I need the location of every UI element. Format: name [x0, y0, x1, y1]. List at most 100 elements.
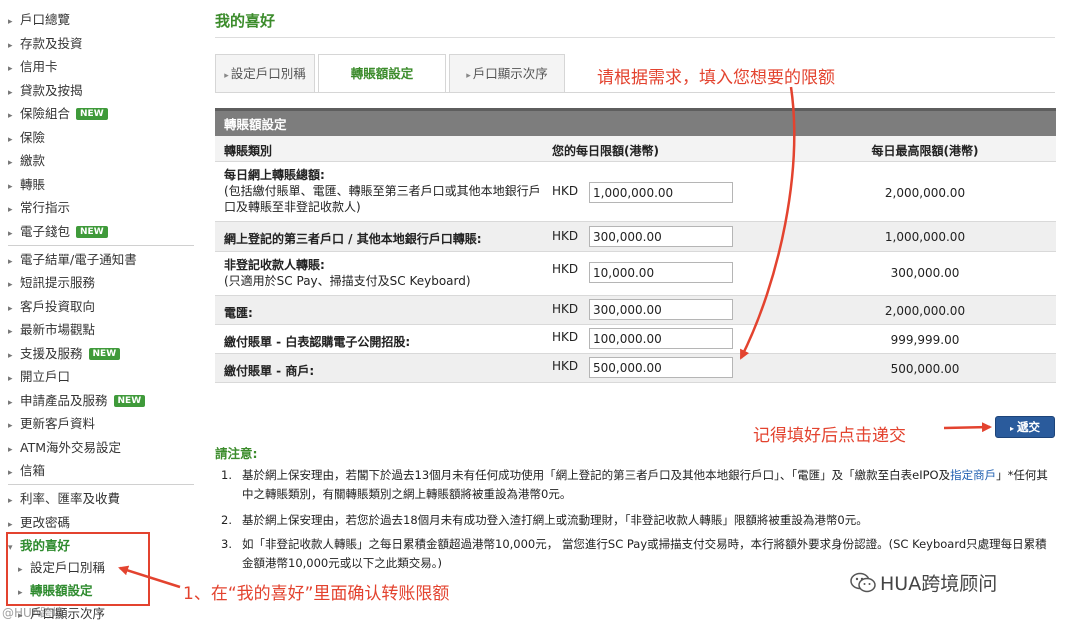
sidebar-item-label: 電子結單/電子通知書 [20, 252, 137, 267]
sidebar-item-loans-mortgage[interactable]: ▸ 貸款及按揭 [8, 80, 83, 102]
sidebar-item-apply-products[interactable]: ▸ 申請產品及服務 NEW [8, 390, 146, 412]
chevron-right-icon: ▸ [8, 496, 13, 506]
sidebar-item-label: 短訊提示服務 [20, 275, 96, 290]
sidebar-item-sms-alerts[interactable]: ▸ 短訊提示服務 [8, 272, 95, 294]
sidebar-item-atm-overseas[interactable]: ▸ ATM海外交易設定 [8, 437, 121, 459]
annotation-fill-limits: 请根据需求，填入您想要的限额 [597, 68, 835, 88]
chevron-right-icon: ▸ [1009, 424, 1014, 433]
sidebar-item-change-password[interactable]: ▸ 更改密碼 [8, 512, 70, 534]
table-row: 非登記收款人轉賬: (只適用於SC Pay、掃描支付及SC Keyboard) … [215, 252, 1056, 296]
daily-limit-input-merchant[interactable] [589, 357, 733, 378]
annotation-highlight-box [6, 532, 150, 606]
sidebar-item-label: 最新市場觀點 [20, 322, 96, 337]
max-limit-value: 999,999.00 [890, 333, 960, 347]
watermark-text: HUA跨境顾问 [880, 573, 998, 595]
sidebar-item-label: 信用卡 [20, 59, 58, 74]
sidebar-item-label: 開立戶口 [20, 369, 71, 384]
sidebar-item-e-wallet[interactable]: ▸ 電子錢包 NEW [8, 221, 108, 243]
note-text: 基於網上保安理由，若您於過去18個月未有成功登入渣打網上或流動理財，「非登記收款… [242, 513, 868, 527]
daily-limit-input-third-party[interactable] [589, 226, 733, 247]
sidebar-item-label: 申請產品及服務 [20, 393, 108, 408]
sidebar-item-market-views[interactable]: ▸ 最新市場觀點 [8, 319, 95, 341]
sidebar-item-support-services[interactable]: ▸ 支援及服務 NEW [8, 343, 121, 365]
sidebar-item-label: 更新客戶資料 [20, 416, 96, 431]
daily-limit-input-unregistered[interactable] [589, 262, 733, 283]
sidebar-item-rates-fees[interactable]: ▸ 利率、匯率及收費 [8, 488, 120, 510]
daily-limit-input-total[interactable] [589, 182, 733, 203]
max-limit-value: 300,000.00 [890, 266, 960, 280]
tab-account-nickname[interactable]: ▸ 設定戶口別稱 [215, 54, 315, 92]
chevron-right-icon: ▸ [466, 71, 471, 81]
currency-label: HKD [552, 330, 579, 344]
submit-button[interactable]: ▸ 遞交 [995, 416, 1055, 438]
sidebar-item-label: 貸款及按揭 [20, 83, 83, 98]
tabs-divider [215, 92, 1055, 93]
sidebar-item-insurance[interactable]: ▸ 保險 [8, 127, 45, 149]
note-item: 2. 基於網上保安理由，若您於過去18個月未有成功登入渣打網上或流動理財，「非登… [221, 511, 1056, 530]
sidebar-item-update-details[interactable]: ▸ 更新客戶資料 [8, 413, 95, 435]
sidebar-item-investment-profile[interactable]: ▸ 客戶投資取向 [8, 296, 95, 318]
max-limit-value: 500,000.00 [890, 362, 960, 376]
column-header-type: 轉賬類別 [224, 144, 273, 158]
row-description: (包括繳付賬單、電匯、轉賬至第三者戶口或其他本地銀行戶口及轉賬至非登記收款人) [224, 184, 541, 214]
sidebar-item-standing-instructions[interactable]: ▸ 常行指示 [8, 197, 70, 219]
sidebar-item-label: 客戶投資取向 [20, 299, 96, 314]
row-title: 非登記收款人轉賬: [224, 258, 325, 272]
chevron-right-icon: ▸ [8, 17, 13, 27]
sidebar-item-label: 轉賬 [20, 177, 46, 192]
sidebar-item-label: 利率、匯率及收費 [20, 491, 121, 506]
watermark: HUA跨境顾问 [850, 569, 997, 596]
sidebar-item-label: 信箱 [20, 463, 46, 478]
designated-merchants-link[interactable]: 指定商戶 [950, 468, 996, 482]
transfer-limit-table: 轉賬額設定 轉賬類別 您的每日限額(港幣) 每日最高限額(港幣) 每日網上轉賬總… [215, 108, 1056, 383]
currency-label: HKD [552, 302, 579, 316]
note-number: 3. [221, 537, 232, 551]
tab-account-order[interactable]: ▸ 戶口顯示次序 [449, 54, 565, 92]
tab-label: 轉賬額設定 [350, 66, 414, 81]
corner-watermark: @HUA跨境 [2, 606, 65, 620]
new-badge: NEW [76, 108, 108, 120]
sidebar-item-insurance-portfolio[interactable]: ▸ 保險組合 NEW [8, 103, 108, 125]
daily-limit-input-telegraphic[interactable] [589, 299, 733, 320]
chevron-right-icon: ▸ [8, 182, 13, 192]
max-limit-value: 2,000,000.00 [884, 186, 966, 200]
column-header-daily: 您的每日限額(港幣) [552, 144, 659, 158]
sidebar-item-e-statements[interactable]: ▸ 電子結單/電子通知書 [8, 249, 137, 271]
chevron-right-icon: ▸ [8, 205, 13, 215]
currency-label: HKD [552, 229, 579, 243]
chevron-right-icon: ▸ [8, 64, 13, 74]
chevron-right-icon: ▸ [8, 468, 13, 478]
sidebar-item-credit-card[interactable]: ▸ 信用卡 [8, 56, 58, 78]
chevron-right-icon: ▸ [8, 257, 13, 267]
chevron-right-icon: ▸ [8, 88, 13, 98]
new-badge: NEW [113, 395, 146, 407]
daily-limit-input-eipo[interactable] [589, 328, 733, 349]
sidebar-item-label: 更改密碼 [20, 515, 71, 530]
sidebar-item-account-overview[interactable]: ▸ 戶口總覽 [8, 9, 70, 31]
sidebar-item-transfer[interactable]: ▸ 轉賬 [8, 174, 45, 196]
chevron-right-icon: ▸ [8, 445, 13, 455]
sidebar-divider [8, 484, 194, 485]
sidebar-item-label: 電子錢包 [20, 224, 71, 239]
chevron-right-icon: ▸ [8, 280, 13, 290]
max-limit-value: 2,000,000.00 [884, 304, 966, 318]
sidebar-item-payments[interactable]: ▸ 繳款 [8, 150, 45, 172]
table-row: 電匯: HKD 2,000,000.00 [215, 296, 1056, 325]
table-heading: 轉賬額設定 [215, 108, 1056, 136]
tab-label: 設定戶口別稱 [230, 66, 306, 81]
table-row: 每日網上轉賬總額: (包括繳付賬單、電匯、轉賬至第三者戶口或其他本地銀行戶口及轉… [215, 162, 1056, 222]
sidebar-item-label: ATM海外交易設定 [20, 440, 122, 455]
table-header-row: 轉賬類別 您的每日限額(港幣) 每日最高限額(港幣) [215, 136, 1056, 162]
new-badge: NEW [88, 348, 121, 360]
sidebar-item-mailbox[interactable]: ▸ 信箱 [8, 460, 45, 482]
sidebar-item-open-account[interactable]: ▸ 開立戶口 [8, 366, 70, 388]
row-title: 網上登記的第三者戶口 / 其他本地銀行戶口轉賬: [224, 232, 482, 246]
chevron-right-icon: ▸ [8, 135, 13, 145]
row-title: 繳付賬單 - 白表認購電子公開招股: [224, 335, 411, 349]
note-text: 基於網上保安理由，若閣下於過去13個月未有任何成功使用「網上登記的第三者戶口及其… [242, 468, 951, 482]
note-number: 2. [221, 513, 232, 527]
submit-label: 遞交 [1017, 420, 1040, 434]
tab-transfer-limit[interactable]: 轉賬額設定 [318, 54, 446, 92]
sidebar-item-deposits-investments[interactable]: ▸ 存款及投資 [8, 33, 83, 55]
column-header-max: 每日最高限額(港幣) [871, 144, 979, 158]
